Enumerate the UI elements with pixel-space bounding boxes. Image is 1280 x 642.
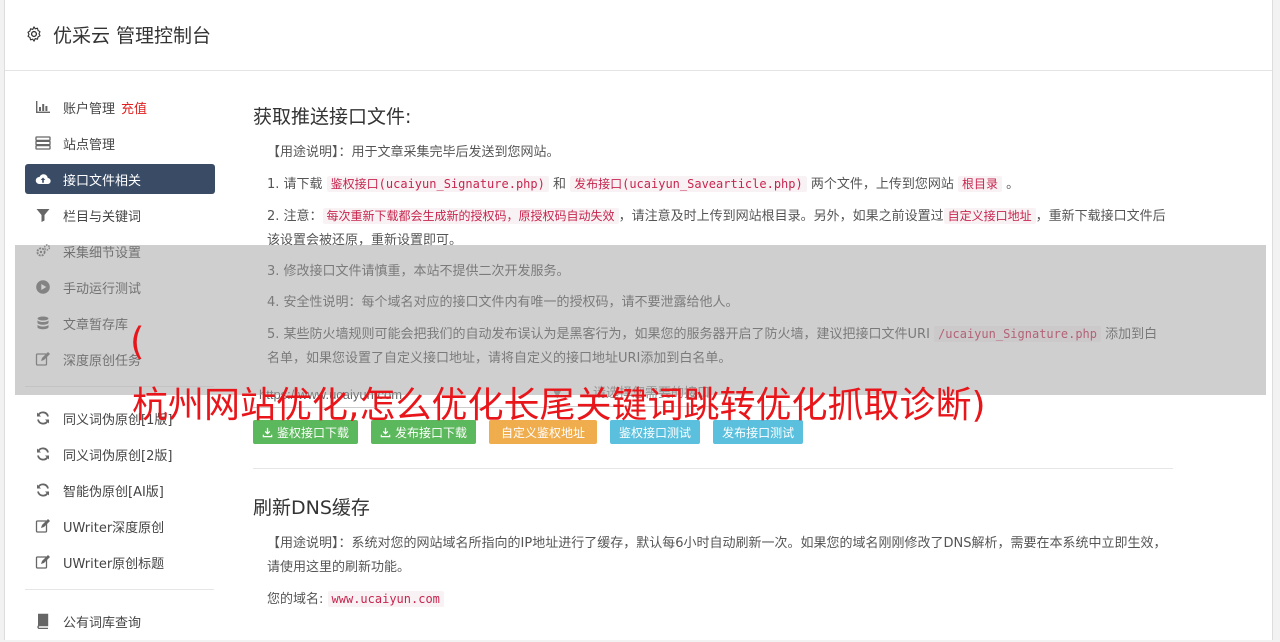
edit-icon	[35, 555, 50, 569]
sidebar-item-label: 智能伪原创[AI版]	[63, 484, 164, 500]
sidebar-item-account[interactable]: 账户管理 充值	[25, 92, 215, 122]
step-1-text: 和	[548, 177, 571, 192]
recharge-link[interactable]: 充值	[121, 98, 147, 117]
refresh-icon	[37, 483, 49, 497]
domain-value: www.ucaiyun.com	[327, 591, 444, 607]
brand[interactable]: 优采云 管理控制台	[25, 20, 211, 48]
usage-note: 【用途说明】：用于文章采集完毕后发送到您网站。	[267, 141, 1169, 165]
sidebar-item-label: 栏目与关键词	[63, 209, 142, 225]
savearticle-file-code: 发布接口(ucaiyun_Savearticle.php)	[570, 176, 807, 192]
step-2-text: 2. 注意：	[267, 209, 323, 224]
dns-usage-note: 【用途说明】：系统对您的网站域名所指向的IP地址进行了缓存，默认每6小时自动刷新…	[267, 532, 1169, 580]
overlay-text-paren: (	[130, 320, 145, 363]
sidebar-item-label: 公有词库查询	[63, 615, 142, 631]
cloud-upload-icon	[35, 174, 51, 185]
sidebar-item-ai-rewrite[interactable]: 智能伪原创[AI版]	[25, 475, 215, 505]
sidebar-divider	[25, 589, 214, 590]
step-2-text: ，请注意及时上传到网站根目录。另外，如果之前设置过	[618, 209, 944, 224]
sidebar-item-label: 站点管理	[63, 137, 116, 153]
sidebar-item-sites[interactable]: 站点管理	[25, 128, 215, 158]
sidebar-item-label: 接口文件相关	[63, 173, 142, 189]
refresh-icon	[37, 447, 49, 461]
sidebar-item-label: UWriter深度原创	[63, 520, 165, 536]
filter-icon	[36, 209, 50, 222]
edit-icon	[35, 519, 50, 533]
sidebar-item-interface-files[interactable]: 接口文件相关	[25, 164, 215, 194]
sidebar-item-label: 账户管理	[63, 101, 116, 117]
download-icon	[380, 427, 391, 437]
step-1: 1. 请下载 鉴权接口(ucaiyun_Signature.php) 和 发布接…	[267, 172, 1169, 197]
watermark-overlay	[15, 245, 1266, 395]
root-dir-code: 根目录	[958, 176, 1003, 192]
section-divider	[253, 468, 1173, 469]
book-icon	[37, 613, 49, 629]
domain-row: 您的域名: www.ucaiyun.com	[267, 587, 1169, 612]
sidebar-item-uwriter-title[interactable]: UWriter原创标题	[25, 547, 215, 577]
usage-label: 【用途说明】：	[267, 536, 352, 551]
usage-text: 系统对您的网站域名所指向的IP地址进行了缓存，默认每6小时自动刷新一次。如果您的…	[267, 536, 1167, 575]
regenerate-warning-code: 每次重新下载都会生成新的授权码，原授权码自动失效	[322, 208, 619, 224]
sidebar-item-columns-keywords[interactable]: 栏目与关键词	[25, 200, 215, 230]
bar-chart-icon	[36, 101, 50, 113]
app-title: 优采云 管理控制台	[53, 24, 212, 47]
signature-file-code: 鉴权接口(ucaiyun_Signature.php)	[326, 176, 549, 192]
sidebar-item-public-dict[interactable]: 公有词库查询	[25, 606, 215, 636]
step-1-text: 。	[1002, 177, 1020, 192]
usage-label: 【用途说明】：	[267, 145, 352, 160]
sidebar-item-uwriter-deep[interactable]: UWriter深度原创	[25, 511, 215, 541]
custom-address-code: 自定义接口地址	[943, 208, 1036, 224]
refresh-icon	[37, 411, 49, 425]
section-title-interface-files: 获取推送接口文件:	[253, 106, 412, 128]
overlay-text-headline: 杭州网站优化,怎么优化长尾关键词跳转优化抓取诊断)	[132, 385, 986, 426]
sidebar-item-label: 同义词伪原创[2版]	[63, 448, 173, 464]
download-icon	[262, 427, 273, 437]
server-icon	[35, 136, 51, 150]
sidebar-item-synonym-v2[interactable]: 同义词伪原创[2版]	[25, 439, 215, 469]
domain-label: 您的域名:	[267, 592, 324, 607]
section-title-dns: 刷新DNS缓存	[253, 497, 370, 519]
sidebar-item-label: UWriter原创标题	[63, 556, 165, 572]
step-1-text: 两个文件，上传到您网站	[806, 177, 958, 192]
usage-text: 用于文章采集完毕后发送到您网站。	[351, 145, 560, 160]
top-bar: 优采云 管理控制台	[5, 0, 1272, 71]
step-1-text: 1. 请下载	[267, 177, 327, 192]
gear-icon	[27, 26, 41, 42]
